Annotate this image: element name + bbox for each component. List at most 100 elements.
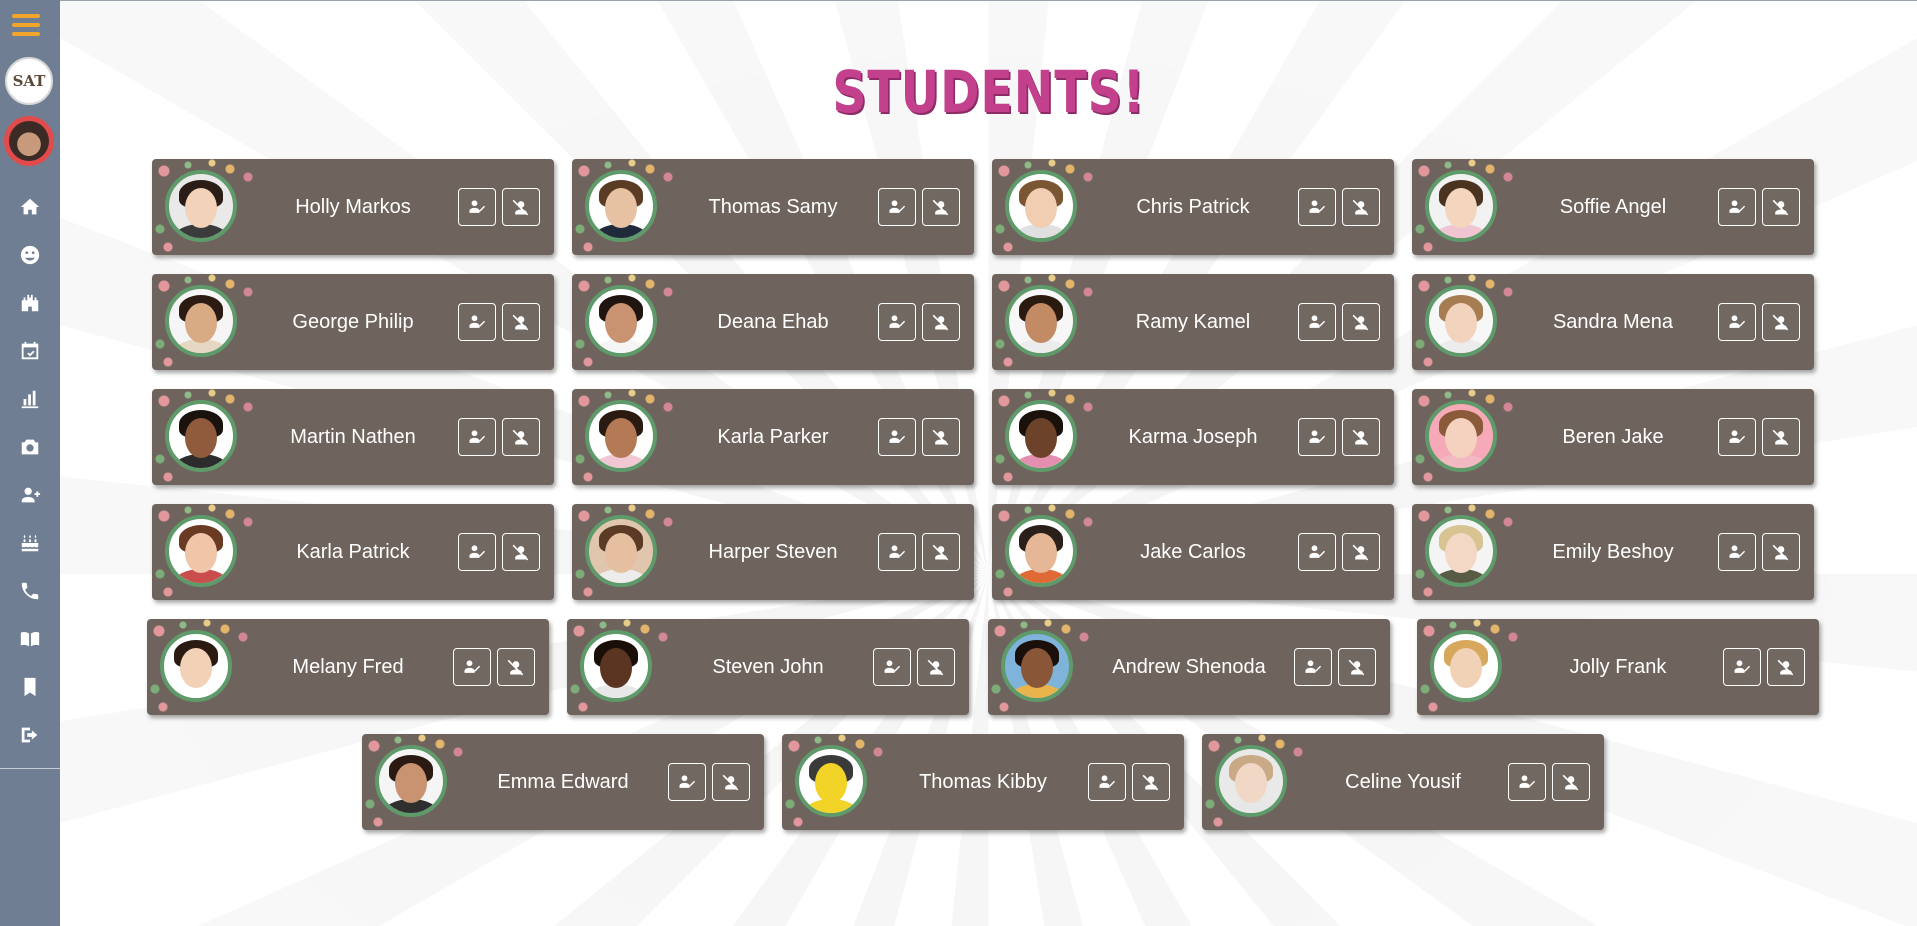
student-photo[interactable]	[1425, 285, 1497, 357]
edit-student-button[interactable]	[878, 188, 916, 226]
student-card[interactable]: Ramy Kamel	[992, 274, 1394, 370]
edit-student-button[interactable]	[1298, 418, 1336, 456]
edit-student-button[interactable]	[458, 303, 496, 341]
sidebar-item-calendar[interactable]	[0, 327, 60, 375]
student-card[interactable]: Deana Ehab	[572, 274, 974, 370]
edit-student-button[interactable]	[668, 763, 706, 801]
sidebar-item-logout[interactable]	[0, 711, 60, 759]
student-card[interactable]: Harper Steven	[572, 504, 974, 600]
student-photo[interactable]	[585, 515, 657, 587]
hide-student-button[interactable]	[922, 188, 960, 226]
edit-student-button[interactable]	[878, 303, 916, 341]
student-photo[interactable]	[1005, 170, 1077, 242]
student-card[interactable]: Jake Carlos	[992, 504, 1394, 600]
hide-student-button[interactable]	[497, 648, 535, 686]
sidebar-item-library[interactable]	[0, 615, 60, 663]
hide-student-button[interactable]	[502, 418, 540, 456]
sidebar-item-contact[interactable]	[0, 567, 60, 615]
student-photo[interactable]	[795, 745, 867, 817]
edit-student-button[interactable]	[878, 418, 916, 456]
hide-student-button[interactable]	[1342, 188, 1380, 226]
student-card[interactable]: Karla Patrick	[152, 504, 554, 600]
sidebar-item-castle[interactable]	[0, 279, 60, 327]
student-photo[interactable]	[165, 400, 237, 472]
edit-student-button[interactable]	[878, 533, 916, 571]
sidebar-item-smiley[interactable]	[0, 231, 60, 279]
edit-student-button[interactable]	[1508, 763, 1546, 801]
edit-student-button[interactable]	[1718, 533, 1756, 571]
sidebar-item-birthdays[interactable]	[0, 519, 60, 567]
student-photo[interactable]	[580, 630, 652, 702]
student-photo[interactable]	[375, 745, 447, 817]
hide-student-button[interactable]	[1762, 303, 1800, 341]
hide-student-button[interactable]	[502, 533, 540, 571]
student-card[interactable]: Beren Jake	[1412, 389, 1814, 485]
student-card[interactable]: Jolly Frank	[1417, 619, 1819, 715]
hide-student-button[interactable]	[1132, 763, 1170, 801]
student-card[interactable]: Emily Beshoy	[1412, 504, 1814, 600]
student-card[interactable]: Emma Edward	[362, 734, 764, 830]
hide-student-button[interactable]	[712, 763, 750, 801]
hide-student-button[interactable]	[1762, 188, 1800, 226]
edit-student-button[interactable]	[1088, 763, 1126, 801]
student-card[interactable]: Andrew Shenoda	[988, 619, 1390, 715]
hide-student-button[interactable]	[502, 303, 540, 341]
student-photo[interactable]	[165, 285, 237, 357]
sidebar-item-add-user[interactable]	[0, 471, 60, 519]
hamburger-menu-icon[interactable]	[12, 14, 40, 40]
edit-student-button[interactable]	[1718, 303, 1756, 341]
hide-student-button[interactable]	[922, 418, 960, 456]
edit-student-button[interactable]	[1298, 188, 1336, 226]
student-photo[interactable]	[1005, 285, 1077, 357]
edit-student-button[interactable]	[1723, 648, 1761, 686]
edit-student-button[interactable]	[458, 418, 496, 456]
edit-student-button[interactable]	[873, 648, 911, 686]
hide-student-button[interactable]	[922, 303, 960, 341]
student-card[interactable]: Sandra Mena	[1412, 274, 1814, 370]
edit-student-button[interactable]	[1718, 418, 1756, 456]
student-photo[interactable]	[160, 630, 232, 702]
student-photo[interactable]	[1425, 170, 1497, 242]
sidebar-item-bookmarks[interactable]	[0, 663, 60, 711]
sidebar-item-camera[interactable]	[0, 423, 60, 471]
student-card[interactable]: Celine Yousif	[1202, 734, 1604, 830]
hide-student-button[interactable]	[1342, 533, 1380, 571]
student-photo[interactable]	[165, 170, 237, 242]
edit-student-button[interactable]	[458, 533, 496, 571]
student-card[interactable]: Martin Nathen	[152, 389, 554, 485]
edit-student-button[interactable]	[458, 188, 496, 226]
hide-student-button[interactable]	[1762, 533, 1800, 571]
edit-student-button[interactable]	[1298, 303, 1336, 341]
student-photo[interactable]	[585, 285, 657, 357]
student-photo[interactable]	[1430, 630, 1502, 702]
student-card[interactable]: Karma Joseph	[992, 389, 1394, 485]
hide-student-button[interactable]	[917, 648, 955, 686]
hide-student-button[interactable]	[1552, 763, 1590, 801]
edit-student-button[interactable]	[1718, 188, 1756, 226]
hide-student-button[interactable]	[1342, 303, 1380, 341]
edit-student-button[interactable]	[1294, 648, 1332, 686]
student-photo[interactable]	[585, 170, 657, 242]
student-card[interactable]: Chris Patrick	[992, 159, 1394, 255]
hide-student-button[interactable]	[1338, 648, 1376, 686]
student-card[interactable]: George Philip	[152, 274, 554, 370]
student-photo[interactable]	[1215, 745, 1287, 817]
student-card[interactable]: Melany Fred	[147, 619, 549, 715]
edit-student-button[interactable]	[1298, 533, 1336, 571]
student-card[interactable]: Thomas Samy	[572, 159, 974, 255]
student-card[interactable]: Holly Markos	[152, 159, 554, 255]
student-card[interactable]: Steven John	[567, 619, 969, 715]
sidebar-item-stats[interactable]	[0, 375, 60, 423]
hide-student-button[interactable]	[922, 533, 960, 571]
hide-student-button[interactable]	[1767, 648, 1805, 686]
hide-student-button[interactable]	[502, 188, 540, 226]
student-photo[interactable]	[1425, 515, 1497, 587]
student-photo[interactable]	[585, 400, 657, 472]
student-photo[interactable]	[1005, 515, 1077, 587]
sidebar-item-home[interactable]	[0, 183, 60, 231]
edit-student-button[interactable]	[453, 648, 491, 686]
student-photo[interactable]	[1001, 630, 1073, 702]
student-photo[interactable]	[1005, 400, 1077, 472]
hide-student-button[interactable]	[1342, 418, 1380, 456]
student-card[interactable]: Thomas Kibby	[782, 734, 1184, 830]
